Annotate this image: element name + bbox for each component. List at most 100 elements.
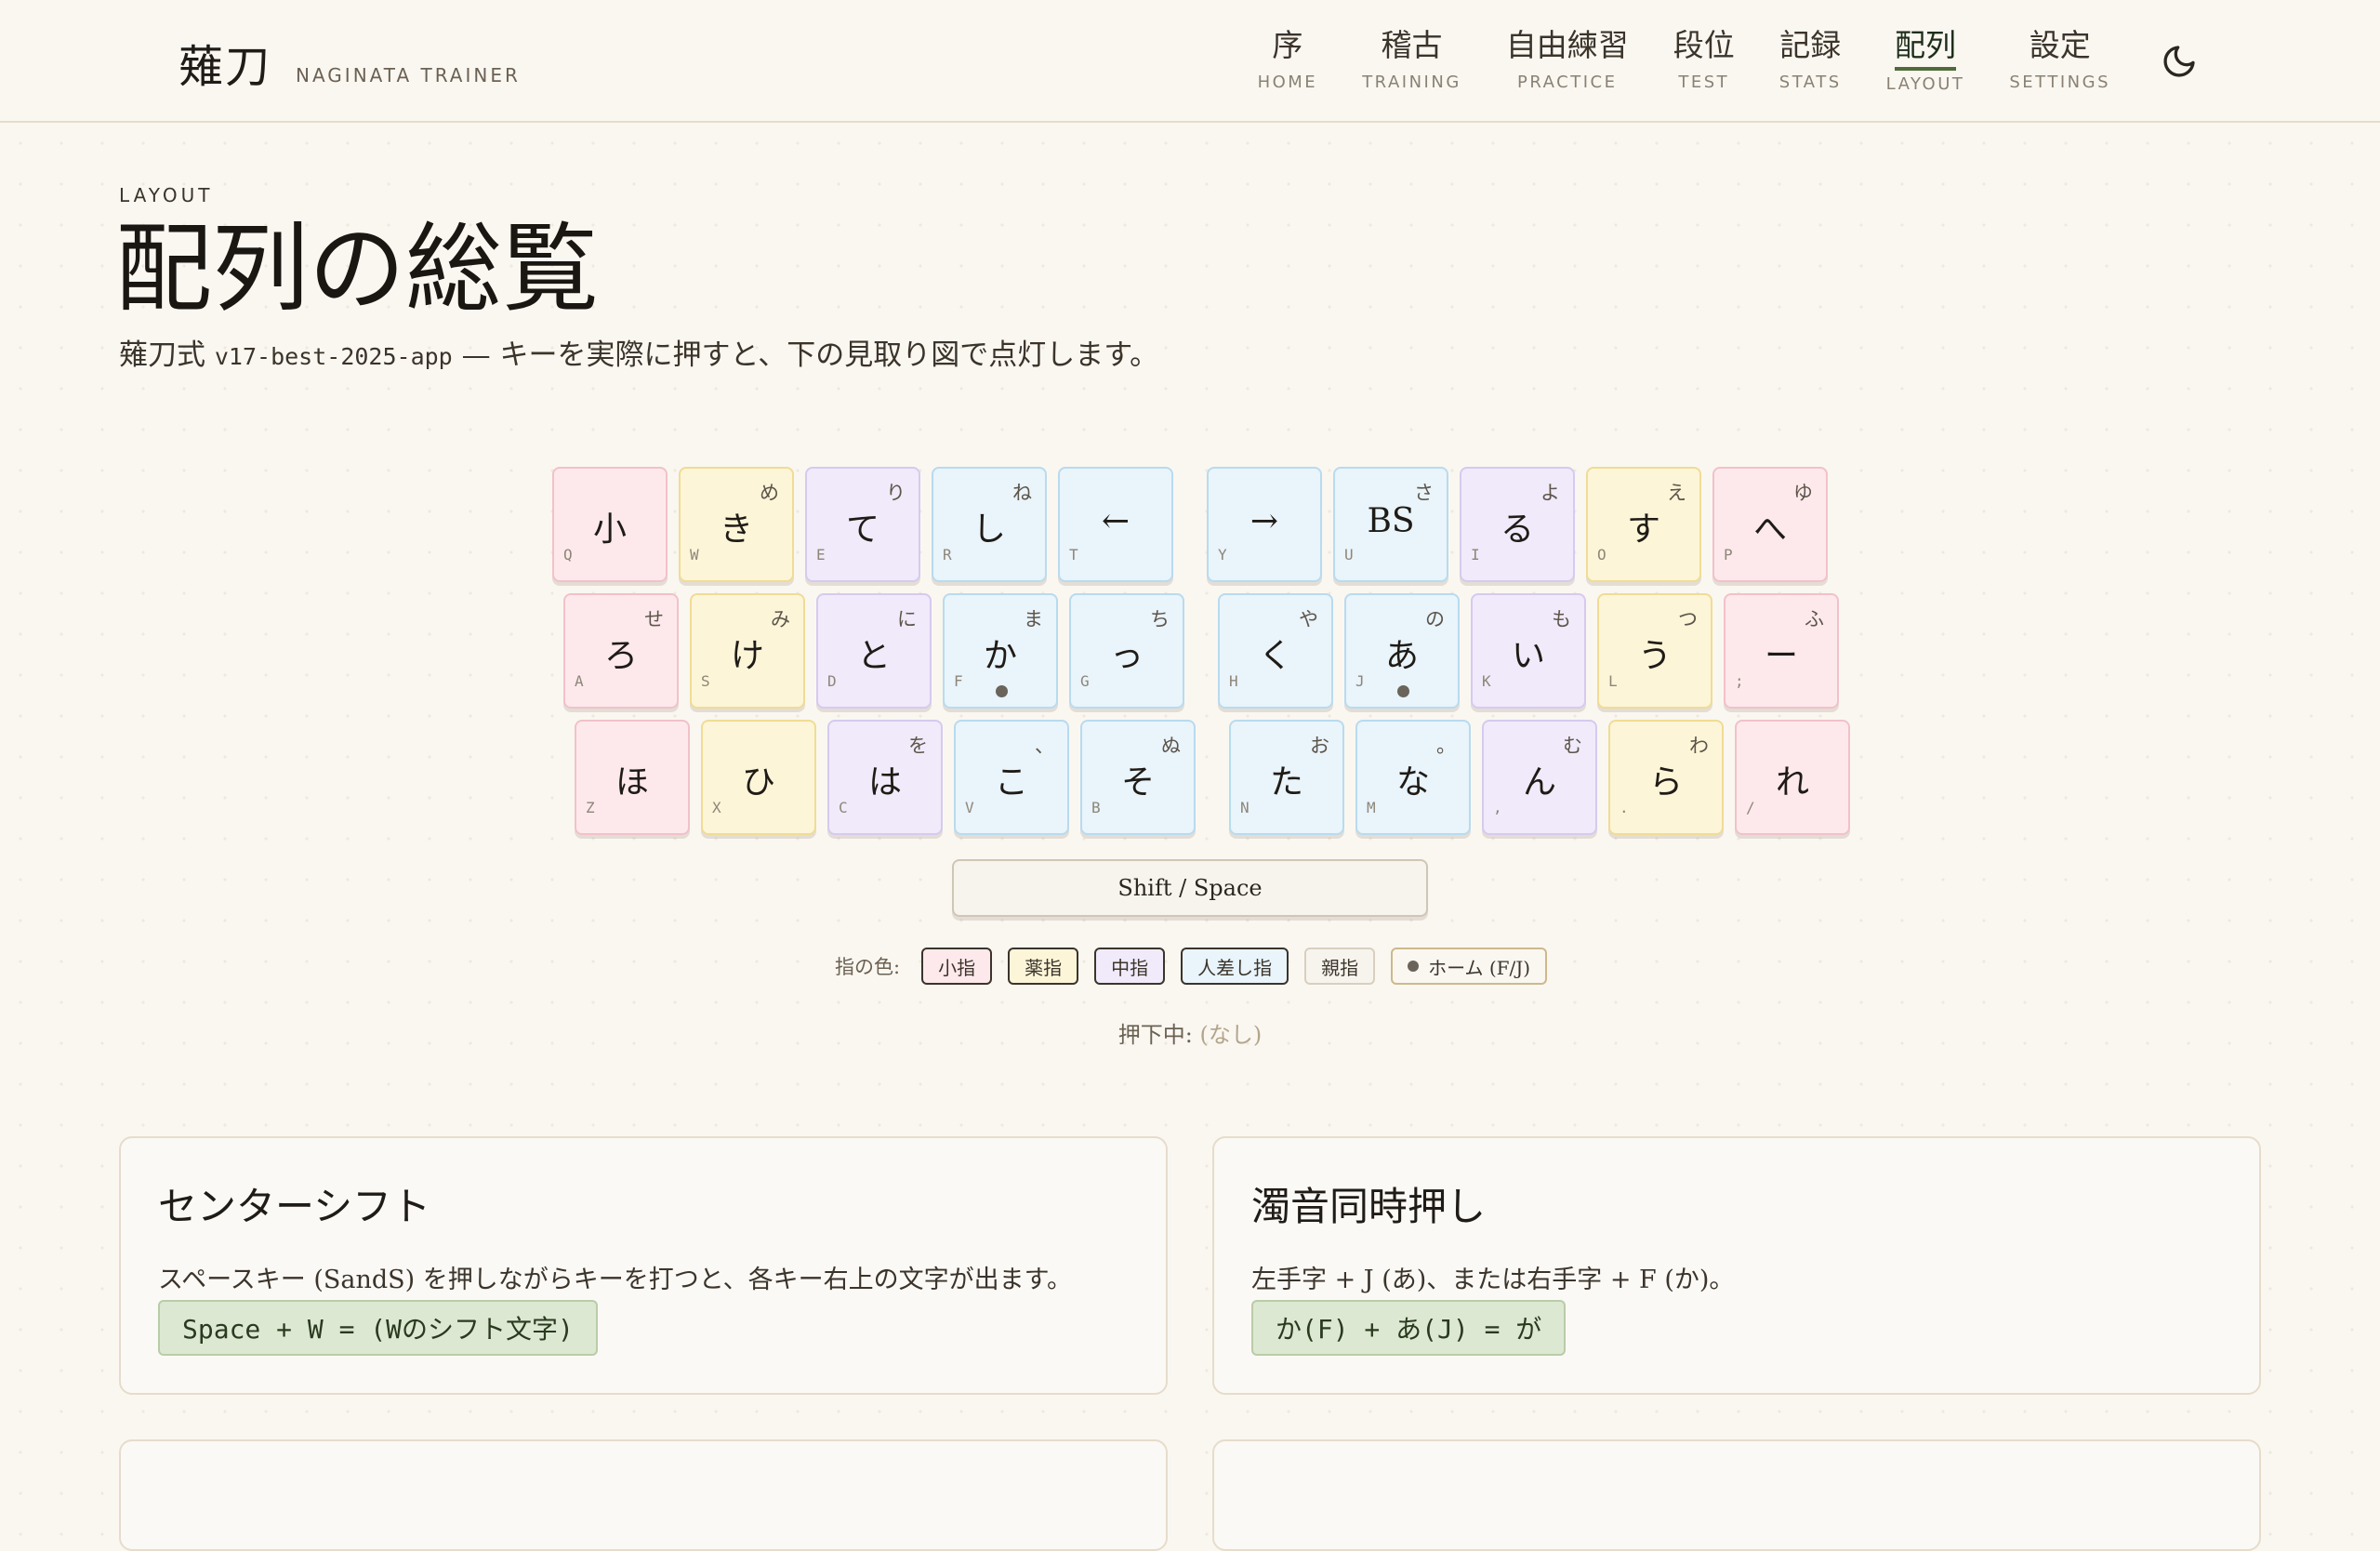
key-shift-char: を: [908, 735, 928, 757]
key-qwerty-label: M: [1367, 799, 1376, 816]
key-shift-char: に: [897, 608, 917, 630]
key-main-char: な: [1395, 763, 1430, 802]
key-I[interactable]: るよ I: [1460, 467, 1575, 582]
key-F[interactable]: かま F: [943, 593, 1058, 709]
key-qwerty-label: O: [1597, 546, 1606, 563]
key-main-char: す: [1626, 510, 1660, 549]
key-qwerty-label: Q: [563, 546, 573, 563]
key-L[interactable]: うつ L: [1597, 593, 1712, 709]
legend-label: 指の色:: [835, 956, 901, 978]
key-C[interactable]: はを C: [827, 720, 943, 835]
key-H[interactable]: くや H: [1218, 593, 1333, 709]
key-main-char: ほ: [615, 763, 649, 802]
key-qwerty-label: .: [1620, 799, 1629, 816]
key-shift-char: ゆ: [1793, 482, 1813, 504]
key-qwerty-label: H: [1229, 672, 1238, 690]
key-Z[interactable]: ほZ: [575, 720, 690, 835]
nav-label-jp: 設定: [2029, 27, 2091, 63]
nav-label-jp: 稽古: [1381, 27, 1443, 63]
key-shift-char: 、: [1035, 735, 1054, 757]
key-shift-char: も: [1552, 608, 1571, 630]
key-qwerty-label: G: [1080, 672, 1090, 690]
info-card-partial: [119, 1439, 1168, 1551]
pressed-value: (なし): [1199, 1022, 1263, 1048]
key-B[interactable]: そぬ B: [1080, 720, 1196, 835]
key-D[interactable]: とに D: [816, 593, 932, 709]
key-main-char: は: [867, 763, 902, 802]
main-nav: 序 HOME 稽古 TRAINING 自由練習 PRACTICE 段位 TEST…: [1258, 20, 2110, 94]
key-E[interactable]: てり E: [805, 467, 920, 582]
key-O[interactable]: すえ O: [1586, 467, 1701, 582]
nav-practice[interactable]: 自由練習 PRACTICE: [1506, 20, 1629, 94]
card-example-code: Space + W = (Wのシフト文字): [158, 1300, 598, 1356]
nav-label-en: TEST: [1678, 73, 1730, 92]
key-main-char: っ: [1109, 637, 1144, 675]
subtitle-suffix: — キーを実際に押すと、下の見取り図で点灯します。: [452, 338, 1159, 372]
key-Q[interactable]: 小Q: [552, 467, 668, 582]
key-Y[interactable]: → Y: [1207, 467, 1322, 582]
key-main-char: か: [983, 637, 1017, 675]
nav-settings[interactable]: 設定 SETTINGS: [2009, 20, 2110, 94]
key-;[interactable]: ーふ;: [1724, 593, 1839, 709]
key-shift-char: わ: [1689, 735, 1709, 757]
brand[interactable]: 薙刀 NAGINATA TRAINER: [178, 30, 521, 95]
nav-test[interactable]: 段位 TEST: [1673, 20, 1735, 94]
key-M[interactable]: な。 M: [1355, 720, 1471, 835]
key-J[interactable]: あの J: [1344, 593, 1460, 709]
key-qwerty-label: J: [1355, 672, 1365, 690]
key-shift-char: せ: [644, 608, 664, 630]
key-K[interactable]: いも K: [1471, 593, 1586, 709]
key-G[interactable]: っち G: [1069, 593, 1184, 709]
key-shift-char: ぬ: [1161, 735, 1181, 757]
key-main-char: く: [1258, 637, 1292, 675]
nav-layout[interactable]: 配列 LAYOUT: [1886, 20, 1965, 94]
key-main-char: た: [1269, 763, 1303, 802]
key-/[interactable]: れ /: [1735, 720, 1850, 835]
top-bar: 薙刀 NAGINATA TRAINER 序 HOME 稽古 TRAINING 自…: [0, 0, 2380, 123]
nav-label-en: PRACTICE: [1517, 73, 1618, 92]
key-qwerty-label: Y: [1218, 546, 1227, 563]
key-.[interactable]: らわ.: [1608, 720, 1724, 835]
key-W[interactable]: きめ W: [679, 467, 794, 582]
key-qwerty-label: X: [712, 799, 721, 816]
key-,[interactable]: んむ,: [1482, 720, 1597, 835]
nav-label-jp: 配列: [1895, 20, 1957, 71]
key-main-char: け: [730, 637, 764, 675]
key-qwerty-label: B: [1091, 799, 1101, 816]
card-title: 濁音同時押し: [1251, 1184, 1487, 1229]
nav-label-jp: 自由練習: [1505, 27, 1629, 63]
key-qwerty-label: R: [943, 546, 952, 563]
key-qwerty-label: F: [954, 672, 963, 690]
key-U[interactable]: BS さ U: [1333, 467, 1448, 582]
key-T[interactable]: ← T: [1058, 467, 1173, 582]
key-shift-char: よ: [1540, 482, 1560, 504]
key-R[interactable]: しね R: [932, 467, 1047, 582]
key-V[interactable]: こ、 V: [954, 720, 1069, 835]
key-P[interactable]: へゆ P: [1712, 467, 1828, 582]
legend-pinky: 小指: [921, 948, 993, 985]
key-S[interactable]: けみ S: [690, 593, 805, 709]
nav-label-en: TRAINING: [1362, 73, 1461, 92]
key-qwerty-label: ,: [1493, 799, 1502, 816]
key-qwerty-label: C: [839, 799, 848, 816]
key-qwerty-label: ;: [1735, 672, 1744, 690]
nav-label-jp: 段位: [1673, 27, 1735, 63]
subtitle-prefix: 薙刀式: [119, 338, 215, 372]
key-qwerty-label: Z: [586, 799, 595, 816]
nav-training[interactable]: 稽古 TRAINING: [1362, 20, 1461, 94]
nav-stats[interactable]: 記録 STATS: [1779, 20, 1842, 94]
key-qwerty-label: T: [1069, 546, 1078, 563]
key-main-char: 小: [592, 510, 627, 549]
theme-toggle-button[interactable]: [2161, 43, 2198, 80]
key-N[interactable]: たお N: [1229, 720, 1344, 835]
key-main-char: ろ: [603, 637, 638, 675]
key-X[interactable]: ひX: [701, 720, 816, 835]
space-shift-key[interactable]: Shift / Space: [952, 859, 1428, 917]
key-A[interactable]: ろせ A: [563, 593, 679, 709]
nav-home[interactable]: 序 HOME: [1258, 20, 1318, 94]
legend-thumb: 親指: [1304, 948, 1376, 985]
key-main-char: ←: [1101, 502, 1130, 540]
key-shift-char: や: [1299, 608, 1318, 630]
nav-label-en: STATS: [1778, 73, 1842, 92]
key-qwerty-label: L: [1608, 672, 1618, 690]
